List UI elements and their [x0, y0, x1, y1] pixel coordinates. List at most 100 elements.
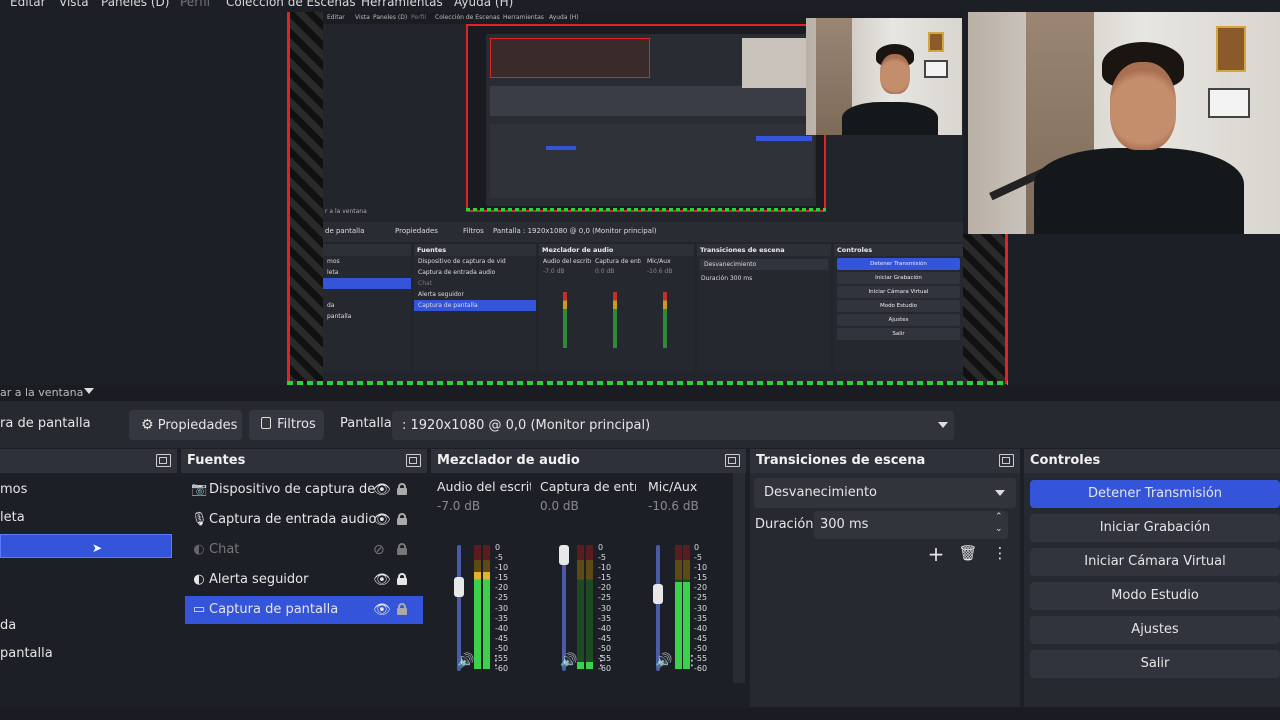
speaker-icon[interactable]: 🔊 [457, 653, 474, 669]
source-item[interactable]: 📷 Dispositivo de captura de vid 👁 [185, 476, 423, 504]
undock-icon[interactable] [999, 454, 1014, 467]
more-options-icon[interactable]: ⋮ [685, 653, 699, 669]
stop-streaming-button[interactable]: Detener Transmisión [1030, 480, 1280, 508]
start-recording-button[interactable]: Iniciar Grabación [1030, 514, 1280, 542]
more-options-icon[interactable]: ⋮ [990, 544, 1010, 562]
eye-icon[interactable]: 👁 [373, 566, 391, 594]
chevron-down-icon[interactable] [84, 388, 94, 394]
db-scale-tick: -40 [598, 623, 612, 633]
undock-icon[interactable] [725, 454, 740, 467]
source-item[interactable]: ◐ Alerta seguidor 👁 [185, 566, 423, 594]
sources-title: Fuentes [187, 453, 246, 468]
lock-icon[interactable] [397, 573, 407, 585]
eye-icon[interactable]: 👁 [373, 506, 391, 534]
nested-mixer-dock: Mezclador de audio Audio del escrito Cap… [539, 244, 694, 372]
nested-dock-title: Fuentes [414, 244, 536, 256]
mouse-cursor-icon: ➤ [92, 541, 103, 555]
db-scale-tick: -40 [694, 623, 708, 633]
db-scale-tick: -35 [598, 613, 612, 623]
camera-icon: 📷 [191, 482, 208, 497]
eye-icon[interactable]: 👁 [373, 476, 391, 504]
nested-duration-value: 300 ms [729, 275, 753, 282]
source-item-selected[interactable]: ▭ Captura de pantalla 👁 [185, 596, 423, 624]
volume-slider-handle[interactable] [559, 545, 569, 565]
unlock-icon[interactable] [397, 603, 407, 615]
mixer-scrollbar[interactable] [733, 473, 745, 683]
more-options-icon[interactable]: ⋮ [489, 653, 503, 669]
context-hint-text: ar a la ventana [0, 386, 84, 399]
undock-icon[interactable] [156, 454, 171, 467]
nested-control-button: Iniciar Grabación [837, 272, 960, 284]
preview-bounds-right [962, 234, 1008, 384]
nested-source-item-selected: Captura de pantalla [414, 300, 536, 311]
filters-icon [261, 417, 271, 429]
source-item[interactable]: ◐ Chat ⊘ [185, 536, 423, 564]
channel-name: Audio del escritc [437, 479, 531, 494]
scene-item-selected[interactable] [0, 534, 172, 558]
menu-editar[interactable]: Editar [10, 0, 46, 9]
unlock-icon[interactable] [397, 483, 407, 495]
db-scale-tick: -10 [598, 563, 612, 573]
mixer-dock-header: Mezclador de audio [431, 449, 746, 473]
scenes-dock: mos leta ➤ da pantalla ◫ ⌃ ⌄ [0, 449, 177, 720]
display-select[interactable]: : 1920x1080 @ 0,0 (Monitor principal) [392, 411, 954, 440]
nested-dock-title: Transiciones de escena [697, 244, 831, 256]
nested-preview-docks [490, 86, 814, 116]
more-options-icon[interactable]: ⋮ [594, 653, 608, 669]
nested-source-item: Alerta seguidor [418, 291, 464, 298]
nested-control-button: Iniciar Cámara Virtual [837, 286, 960, 298]
nested-menu-item: Ayuda (H) [549, 14, 579, 21]
scene-item[interactable]: da [0, 614, 172, 638]
microphone-icon: 🎙 [191, 512, 208, 527]
mixer-title: Mezclador de audio [437, 453, 580, 468]
chevron-down-icon [938, 422, 948, 428]
settings-button[interactable]: Ajustes [1030, 616, 1280, 644]
exit-button[interactable]: Salir [1030, 650, 1280, 678]
nested-scene-item: mos [327, 258, 340, 265]
nested-source-item: Dispositivo de captura de vid [418, 258, 506, 265]
eye-icon[interactable]: 👁 [373, 596, 391, 624]
volume-slider-handle[interactable] [454, 576, 464, 597]
nested-menu-item: Paneles (D) [373, 14, 408, 21]
add-transition-icon[interactable]: + [926, 542, 946, 566]
menu-herramientas[interactable]: Herramientas [361, 0, 443, 9]
eye-hidden-icon[interactable]: ⊘ [373, 536, 385, 564]
source-item[interactable]: 🎙 Captura de entrada audio 👁 [185, 506, 423, 534]
menu-ayuda[interactable]: Ayuda (H) [454, 0, 513, 9]
display-select-value: : 1920x1080 @ 0,0 (Monitor principal) [402, 418, 651, 433]
speaker-icon[interactable]: 🔊 [655, 653, 672, 669]
menu-perfil[interactable]: Perfil [180, 0, 210, 9]
menu-vista[interactable]: Vista [59, 0, 89, 9]
scene-item[interactable]: leta [0, 506, 172, 530]
unlock-icon[interactable] [397, 513, 407, 525]
menu-paneles[interactable]: Paneles (D) [101, 0, 169, 9]
scene-transitions-dock: Transiciones de escena Desvanecimiento D… [750, 449, 1020, 707]
undock-icon[interactable] [406, 454, 421, 467]
menu-coleccion-escenas[interactable]: Colección de Escenas [226, 0, 356, 9]
audio-level-fill [577, 661, 584, 669]
sources-dock: Fuentes 📷 Dispositivo de captura de vid … [181, 449, 427, 720]
status-bar [0, 708, 1280, 720]
webcam-source[interactable] [968, 12, 1280, 234]
mixer-channel: Captura de entra 0.0 dB 0-5-10-15-20-25-… [535, 473, 636, 683]
duration-input[interactable]: 300 ms [814, 511, 1008, 539]
duration-stepper[interactable]: ⌃ ⌄ [995, 511, 1003, 535]
scene-item[interactable]: mos [0, 478, 172, 502]
webcam-board [924, 60, 948, 78]
nested-preview-selection [546, 146, 576, 150]
audio-level-meter [683, 545, 690, 669]
properties-button[interactable]: ⚙ Propiedades [129, 410, 242, 440]
db-scale-tick: -20 [694, 583, 708, 593]
start-virtual-camera-button[interactable]: Iniciar Cámara Virtual [1030, 548, 1280, 576]
unlock-icon[interactable] [397, 543, 407, 555]
speaker-icon[interactable]: 🔊 [560, 653, 577, 669]
trash-icon[interactable]: 🗑 [958, 544, 978, 562]
scene-item[interactable]: pantalla [0, 642, 172, 666]
nested-scenes-dock: mos leta da pantalla [323, 244, 411, 372]
studio-mode-button[interactable]: Modo Estudio [1030, 582, 1280, 610]
filters-button[interactable]: Filtros [249, 410, 324, 440]
preview-canvas[interactable]: Editar Vista Paneles (D) Perfil Colecció… [0, 12, 1280, 385]
volume-slider-handle[interactable] [653, 584, 663, 605]
nested-menu-item: Herramientas [503, 14, 544, 21]
transition-select[interactable]: Desvanecimiento [754, 478, 1016, 508]
